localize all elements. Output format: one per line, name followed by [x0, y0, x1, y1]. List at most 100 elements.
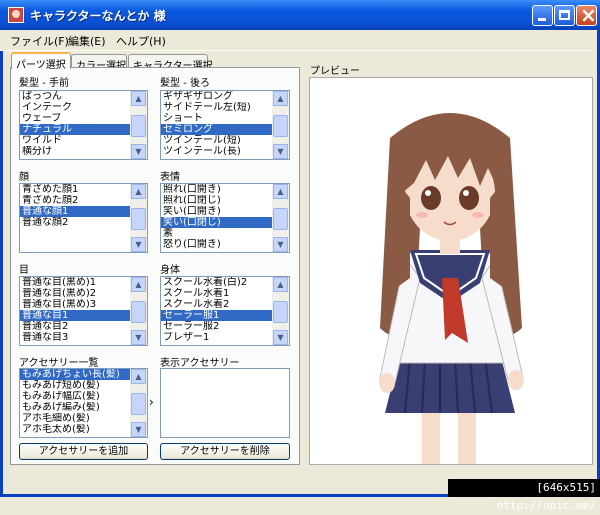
shown-accessories-label: 表示アクセサリー	[160, 358, 240, 369]
remove-accessory-button[interactable]: アクセサリーを削除	[160, 443, 290, 460]
close-button[interactable]	[576, 3, 597, 27]
list-item[interactable]: ナチュラル	[20, 124, 131, 135]
menu-bar: ファイル(F) 編集(E) ヘルプ(H)	[0, 30, 594, 51]
list-item[interactable]: セーラー服1	[161, 310, 273, 321]
list-item[interactable]: ぱっつん	[20, 91, 131, 102]
minimize-button[interactable]	[532, 5, 553, 26]
list-item[interactable]: 普通な目3	[20, 332, 131, 343]
scroll-down-icon[interactable]: ▼	[131, 422, 146, 437]
list-item[interactable]: もみあげちょい長(髪)	[20, 369, 131, 380]
hair-front-label: 髪型 - 手前	[19, 78, 69, 89]
scroll-up-icon[interactable]: ▲	[273, 91, 288, 106]
scrollbar[interactable]: ▲ ▼	[272, 91, 289, 159]
list-item[interactable]: 照れ(口閉じ)	[161, 195, 273, 206]
hair-front-list[interactable]: ぱっつん インテーク ウェーブ ナチュラル ワイルド 横分け ▲ ▼	[19, 90, 148, 160]
body-list[interactable]: スクール水着(白)2 スクール水着1 スクール水着2 セーラー服1 セーラー服2 ブレザー…	[160, 276, 290, 346]
preview-label: プレビュー	[310, 66, 360, 77]
move-arrow-icon[interactable]: ›	[149, 395, 154, 409]
eyes-list[interactable]: 普通な目(黒め)1 普通な目(黒め)2 普通な目(黒め)3 普通な目1 普通な目2 普通な…	[19, 276, 148, 346]
scroll-up-icon[interactable]: ▲	[131, 277, 146, 292]
shown-accessories-list[interactable]	[160, 368, 290, 438]
app-icon[interactable]	[8, 7, 24, 23]
expression-label: 表情	[160, 172, 180, 183]
scroll-down-icon[interactable]: ▼	[273, 330, 288, 345]
expression-list[interactable]: 照れ(口開き) 照れ(口閉じ) 笑い(口開き) 笑い(口閉じ) 素怒り(口開き) ▲ ▼	[160, 183, 290, 253]
list-item[interactable]: 横分け	[20, 146, 131, 157]
list-item[interactable]: ショート	[161, 113, 273, 124]
scrollbar[interactable]: ▲ ▼	[130, 184, 147, 252]
menu-help[interactable]: ヘルプ(H)	[116, 33, 166, 49]
menu-file[interactable]: ファイル(F)	[10, 33, 69, 49]
scrollbar[interactable]: ▲ ▼	[272, 277, 289, 345]
scroll-thumb[interactable]	[131, 115, 146, 137]
list-item[interactable]: 普通な目(黒め)1	[20, 277, 131, 288]
scroll-thumb[interactable]	[131, 393, 146, 415]
list-item[interactable]: 青ざめた顔1	[20, 184, 131, 195]
list-item[interactable]: 怒り(口開き)	[161, 239, 273, 250]
scroll-up-icon[interactable]: ▲	[131, 184, 146, 199]
list-item[interactable]: スクール水着(白)2	[161, 277, 273, 288]
list-item[interactable]: もみあげ幅広(髪)	[20, 391, 131, 402]
list-item[interactable]: 素	[161, 228, 273, 239]
scroll-thumb[interactable]	[273, 208, 288, 230]
list-item[interactable]: 笑い(口閉じ)	[161, 217, 273, 228]
list-item[interactable]: 普通な顔1	[20, 206, 131, 217]
list-item[interactable]: ワイルド	[20, 135, 131, 146]
scroll-down-icon[interactable]: ▼	[131, 237, 146, 252]
list-item[interactable]: スクール水着2	[161, 299, 273, 310]
accessories-label: アクセサリー一覧	[19, 358, 99, 369]
scroll-up-icon[interactable]: ▲	[273, 277, 288, 292]
list-item[interactable]: ウェーブ	[20, 113, 131, 124]
scroll-down-icon[interactable]: ▼	[273, 237, 288, 252]
scroll-down-icon[interactable]: ▼	[273, 144, 288, 159]
hair-back-label: 髪型 - 後ろ	[160, 78, 210, 89]
list-item[interactable]: 青ざめた顔2	[20, 195, 131, 206]
list-item[interactable]: もみあげ編み(髪)	[20, 402, 131, 413]
list-item[interactable]: 笑い(口開き)	[161, 206, 273, 217]
list-item[interactable]: 普通な目(黒め)2	[20, 288, 131, 299]
scroll-thumb[interactable]	[273, 301, 288, 323]
list-item[interactable]: 普通な目1	[20, 310, 131, 321]
list-item[interactable]: もみあげ短め(髪)	[20, 380, 131, 391]
title-bar[interactable]: キャラクターなんとか 様	[0, 0, 600, 30]
hair-back-list[interactable]: ギザギザロング サイドテール左(短) ショート セミロング ツインテール(短) ツインテー…	[160, 90, 290, 160]
scrollbar[interactable]: ▲ ▼	[130, 277, 147, 345]
window-title: キャラクターなんとか 様	[30, 9, 166, 23]
face-list[interactable]: 青ざめた顔1 青ざめた顔2 普通な顔1 普通な顔2 ▲ ▼	[19, 183, 148, 253]
tab-parts[interactable]: パーツ選択	[11, 52, 71, 71]
add-accessory-button[interactable]: アクセサリーを追加	[19, 443, 148, 460]
list-item[interactable]: 普通な目(黒め)3	[20, 299, 131, 310]
scroll-thumb[interactable]	[131, 301, 146, 323]
list-item[interactable]: インテーク	[20, 102, 131, 113]
preview-area	[309, 77, 593, 465]
list-item[interactable]: 普通な目2	[20, 321, 131, 332]
list-item[interactable]: 照れ(口開き)	[161, 184, 273, 195]
scroll-thumb[interactable]	[131, 208, 146, 230]
scrollbar[interactable]: ▲ ▼	[130, 369, 147, 437]
list-item[interactable]: ブレザー1	[161, 332, 273, 343]
scroll-up-icon[interactable]: ▲	[131, 369, 146, 384]
list-item[interactable]: 普通な顔2	[20, 217, 131, 228]
list-item[interactable]: スクール水着1	[161, 288, 273, 299]
list-item[interactable]: サイドテール左(短)	[161, 102, 273, 113]
menu-edit[interactable]: 編集(E)	[68, 33, 106, 49]
list-item[interactable]: アホ毛細め(髪)	[20, 413, 131, 424]
accessories-list[interactable]: もみあげちょい長(髪) もみあげ短め(髪) もみあげ幅広(髪) もみあげ編み(髪) アホ…	[19, 368, 148, 438]
scrollbar[interactable]: ▲ ▼	[130, 91, 147, 159]
scroll-down-icon[interactable]: ▼	[131, 144, 146, 159]
list-item[interactable]: ギザギザロング	[161, 91, 273, 102]
list-item[interactable]: ツインテール(短)	[161, 135, 273, 146]
scroll-up-icon[interactable]: ▲	[131, 91, 146, 106]
list-item[interactable]: アホ毛太め(髪)	[20, 424, 131, 435]
list-item[interactable]: セミロング	[161, 124, 273, 135]
face-label: 顔	[19, 172, 29, 183]
maximize-button[interactable]	[554, 5, 575, 26]
scroll-thumb[interactable]	[273, 115, 288, 137]
scrollbar[interactable]: ▲ ▼	[272, 184, 289, 252]
list-item[interactable]: ツインテール(長)	[161, 146, 273, 157]
status-bar: [646x515] http://upic.me/	[448, 479, 600, 512]
scroll-up-icon[interactable]: ▲	[273, 184, 288, 199]
eyes-label: 目	[19, 265, 29, 276]
list-item[interactable]: セーラー服2	[161, 321, 273, 332]
scroll-down-icon[interactable]: ▼	[131, 330, 146, 345]
